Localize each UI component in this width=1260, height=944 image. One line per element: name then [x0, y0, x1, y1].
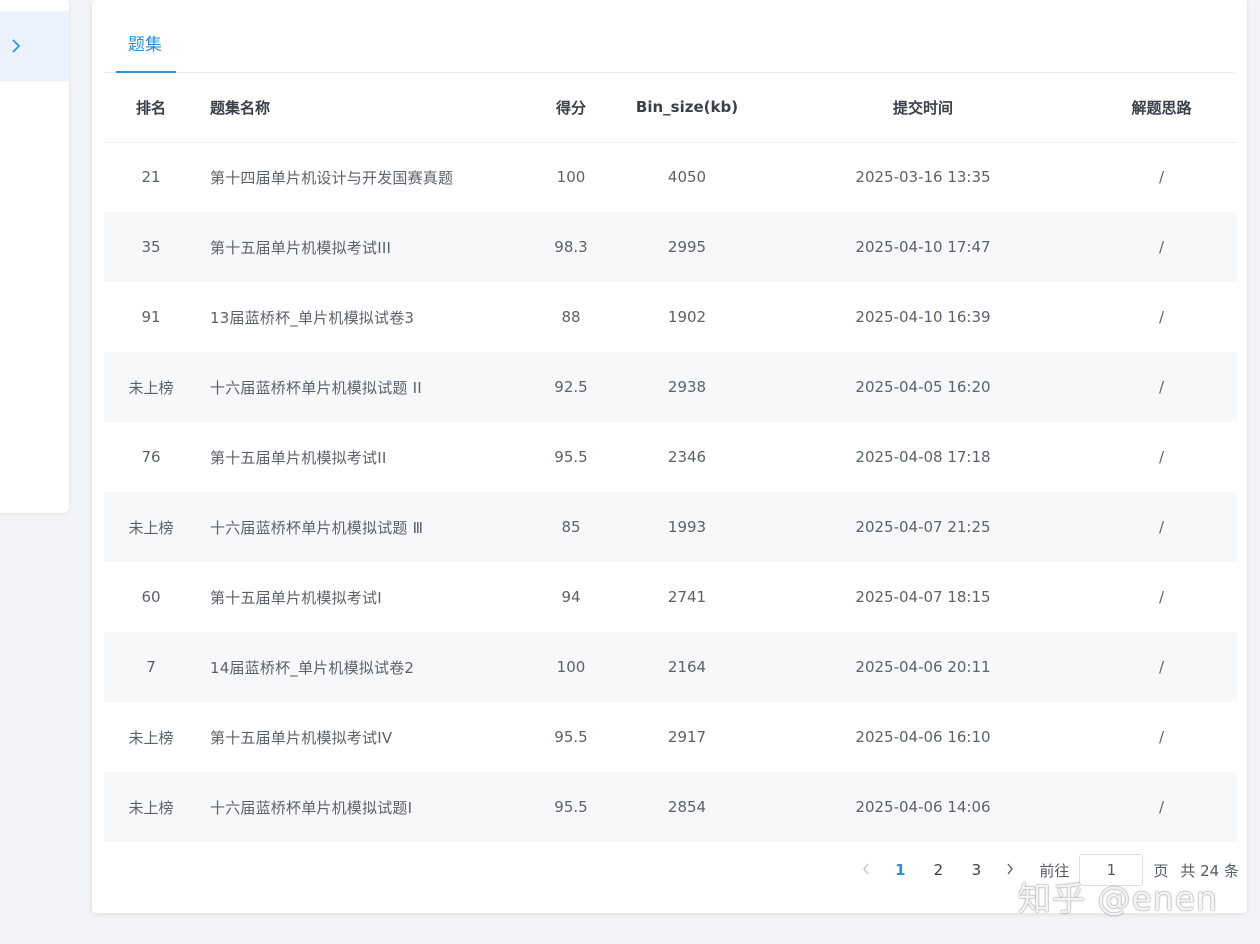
table-row[interactable]: 60 第十五届单片机模拟考试I 94 2741 2025-04-07 18:15… [104, 562, 1237, 632]
table-row[interactable]: 未上榜 十六届蓝桥杯单片机模拟试题I 95.5 2854 2025-04-06 … [104, 772, 1237, 842]
cell-name: 14届蓝桥杯_单片机模拟试卷2 [198, 632, 528, 702]
chevron-right-icon [1007, 863, 1014, 875]
cell-solution[interactable]: / [1086, 562, 1237, 632]
table-row[interactable]: 21 第十四届单片机设计与开发国赛真题 100 4050 2025-03-16 … [104, 142, 1237, 212]
page-button-3[interactable]: 3 [957, 861, 995, 879]
watermark: 知乎 @enen [1018, 879, 1218, 918]
cell-name: 第十五届单片机模拟考试II [210, 448, 387, 467]
cell-score: 95.5 [554, 448, 588, 466]
cell-rank: 21 [141, 168, 161, 187]
chevron-left-icon [863, 863, 869, 875]
header-submit-time: 提交时间 [760, 73, 1086, 143]
cell-solution[interactable]: / [1086, 492, 1237, 562]
cell-score: 98.3 [528, 212, 614, 282]
cell-bin-size: 2917 [667, 728, 707, 746]
cell-rank: 未上榜 [104, 492, 198, 562]
cell-solution[interactable]: / [1086, 212, 1237, 282]
page-button-2[interactable]: 2 [919, 861, 957, 879]
cell-solution[interactable]: / [1086, 352, 1237, 422]
cell-bin-size: 2995 [614, 212, 760, 282]
cell-submit-time: 2025-04-10 17:47 [760, 212, 1086, 282]
cell-submit-time: 2025-04-07 21:25 [760, 492, 1086, 562]
cell-solution[interactable]: / [1086, 632, 1237, 702]
cell-submit-time: 2025-04-06 16:10 [855, 728, 991, 746]
cell-submit-time: 2025-03-16 13:35 [855, 168, 991, 187]
cell-score: 94 [561, 588, 581, 606]
prev-page-button[interactable] [851, 861, 881, 879]
table-header-row: 排名 题集名称 得分 Bin_size(kb) 提交时间 解题思路 [104, 73, 1237, 143]
cell-name: 十六届蓝桥杯单片机模拟试题 Ⅲ [198, 492, 528, 562]
results-card: 题集 排名 题集名称 得分 Bin_size(kb) 提交时间 解题思路 21 [92, 0, 1247, 913]
cell-submit-time: 2025-04-08 17:18 [855, 448, 991, 466]
cell-bin-size: 1993 [614, 492, 760, 562]
page-button-1[interactable]: 1 [881, 861, 919, 879]
cell-bin-size: 2164 [614, 632, 760, 702]
cell-rank: 未上榜 [104, 772, 198, 842]
cell-name: 13届蓝桥杯_单片机模拟试卷3 [210, 308, 415, 327]
tab-bar: 题集 [104, 0, 1235, 73]
cell-rank: 60 [141, 588, 161, 606]
table-row[interactable]: 7 14届蓝桥杯_单片机模拟试卷2 100 2164 2025-04-06 20… [104, 632, 1237, 702]
cell-name: 十六届蓝桥杯单片机模拟试题 II [198, 352, 528, 422]
table-row[interactable]: 未上榜 十六届蓝桥杯单片机模拟试题 Ⅲ 85 1993 2025-04-07 2… [104, 492, 1237, 562]
cell-name: 第十四届单片机设计与开发国赛真题 [210, 168, 454, 187]
cell-name: 第十五届单片机模拟考试I [210, 588, 382, 607]
left-sidebar [0, 0, 69, 513]
table-row[interactable]: 91 13届蓝桥杯_单片机模拟试卷3 88 1902 2025-04-10 16… [104, 282, 1237, 352]
cell-name: 第十五届单片机模拟考试III [198, 212, 528, 282]
cell-name: 第十五届单片机模拟考试IV [210, 728, 393, 747]
cell-submit-time: 2025-04-07 18:15 [855, 588, 991, 606]
cell-bin-size: 2346 [667, 448, 707, 466]
cell-score: 88 [561, 308, 581, 326]
cell-submit-time: 2025-04-06 14:06 [760, 772, 1086, 842]
table-row[interactable]: 76 第十五届单片机模拟考试II 95.5 2346 2025-04-08 17… [104, 422, 1237, 492]
results-table: 排名 题集名称 得分 Bin_size(kb) 提交时间 解题思路 21 第十四… [104, 73, 1237, 842]
cell-score: 85 [528, 492, 614, 562]
cell-rank: 76 [141, 448, 161, 466]
cell-bin-size: 2938 [614, 352, 760, 422]
cell-rank: 91 [141, 308, 161, 326]
cell-score: 100 [556, 168, 586, 187]
header-score: 得分 [528, 73, 614, 143]
cell-name: 十六届蓝桥杯单片机模拟试题I [198, 772, 528, 842]
cell-score: 95.5 [554, 728, 588, 746]
header-name: 题集名称 [198, 73, 528, 143]
chevron-right-icon [11, 39, 20, 53]
table-row[interactable]: 未上榜 第十五届单片机模拟考试IV 95.5 2917 2025-04-06 1… [104, 702, 1237, 772]
cell-submit-time: 2025-04-10 16:39 [855, 308, 991, 326]
cell-submit-time: 2025-04-06 20:11 [760, 632, 1086, 702]
cell-score: 92.5 [528, 352, 614, 422]
cell-solution[interactable]: / [1086, 282, 1237, 352]
cell-solution[interactable]: / [1086, 422, 1237, 492]
cell-rank: 7 [104, 632, 198, 702]
table-row[interactable]: 未上榜 十六届蓝桥杯单片机模拟试题 II 92.5 2938 2025-04-0… [104, 352, 1237, 422]
cell-solution[interactable]: / [1086, 142, 1237, 212]
cell-solution[interactable]: / [1086, 702, 1237, 772]
tab-problem-sets[interactable]: 题集 [128, 30, 162, 55]
cell-rank: 未上榜 [128, 728, 174, 747]
header-rank: 排名 [104, 73, 198, 143]
cell-bin-size: 2741 [667, 588, 707, 606]
cell-score: 95.5 [528, 772, 614, 842]
cell-solution[interactable]: / [1086, 772, 1237, 842]
cell-bin-size: 1902 [667, 308, 707, 326]
cell-score: 100 [528, 632, 614, 702]
header-bin-size: Bin_size(kb) [614, 73, 760, 143]
sidebar-expand-button[interactable] [0, 11, 69, 81]
cell-submit-time: 2025-04-05 16:20 [760, 352, 1086, 422]
cell-rank: 35 [104, 212, 198, 282]
cell-bin-size: 4050 [667, 168, 707, 187]
cell-rank: 未上榜 [104, 352, 198, 422]
table-row[interactable]: 35 第十五届单片机模拟考试III 98.3 2995 2025-04-10 1… [104, 212, 1237, 282]
cell-bin-size: 2854 [614, 772, 760, 842]
header-solution: 解题思路 [1086, 73, 1237, 143]
